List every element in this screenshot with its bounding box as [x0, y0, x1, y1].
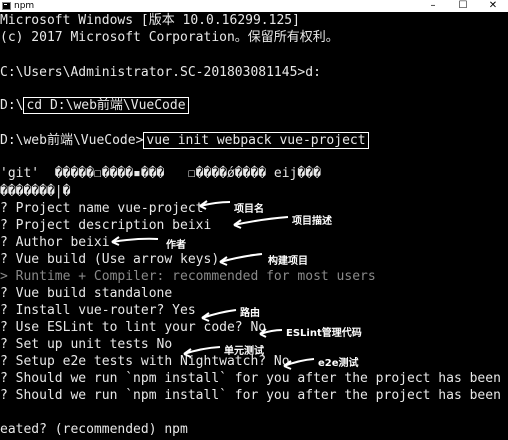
arrow-icon: [233, 216, 289, 229]
console-line: ? Vue build (Use arrow keys): [0, 252, 220, 267]
console-line: ? Install vue-router? Yes: [0, 303, 196, 318]
console-line: (c) 2017 Microsoft Corporation。保留所有权利。: [0, 30, 339, 45]
annotation-project-description: 项目描述: [292, 216, 332, 227]
minimize-button[interactable]: –: [418, 0, 448, 12]
console-line: ? Project description beixi: [0, 218, 212, 233]
window-title: npm: [14, 1, 35, 11]
prompt-text: D:\web前端\VueCode>: [0, 133, 144, 148]
title-bar: npm – ☐ ✕: [0, 0, 508, 12]
console-line: C:\Users\Administrator.SC-201803081145>d…: [0, 65, 321, 80]
console-line: > Runtime + Compiler: recommended for mo…: [0, 269, 376, 284]
arrow-icon: [201, 309, 237, 322]
console-line: ? Should we run `npm install` for you af…: [0, 371, 508, 386]
maximize-button[interactable]: ☐: [448, 0, 478, 12]
annotation-project-name: 项目名: [234, 204, 264, 215]
arrow-icon: [183, 346, 221, 358]
console-line: ? Author beixi: [0, 235, 110, 250]
close-button[interactable]: ✕: [478, 0, 508, 12]
console-line: D:\ cd D:\web前端\VueCode: [0, 97, 189, 114]
console-line: eated? (recommended) npm: [0, 422, 188, 437]
console-output[interactable]: Microsoft Windows [版本 10.0.16299.125] (c…: [0, 12, 508, 440]
annotation-author: 作者: [166, 240, 186, 251]
arrow-icon: [259, 328, 283, 338]
arrow-icon: [199, 200, 231, 210]
annotation-e2e: e2e测试: [318, 358, 359, 369]
annotation-vue-build: 构建项目: [268, 256, 308, 267]
console-line: ? Project name vue-project: [0, 201, 204, 216]
console-line: ? Should we run `npm install` for you af…: [0, 388, 508, 403]
console-line: ? Vue build standalone: [0, 286, 173, 301]
console-app-icon: [2, 2, 11, 10]
console-line: �������|�: [0, 184, 71, 199]
console-line: 'git' �����☐����▪��� ☐����ǿ���� eij���: [0, 166, 321, 181]
console-line: ? Set up unit tests No: [0, 337, 173, 352]
highlighted-command: cd D:\web前端\VueCode: [23, 97, 189, 114]
annotation-router: 路由: [240, 308, 260, 319]
annotation-unit-tests: 单元测试: [224, 346, 264, 357]
console-line: D:\web前端\VueCode> vue init webpack vue-pr…: [0, 132, 369, 149]
annotation-eslint: ESLint管理代码: [286, 328, 362, 339]
arrow-icon: [283, 358, 315, 370]
highlighted-command: vue init webpack vue-project: [143, 132, 369, 149]
console-line: Microsoft Windows [版本 10.0.16299.125]: [0, 13, 300, 28]
arrow-icon: [111, 236, 159, 246]
arrow-icon: [219, 253, 263, 266]
prompt-text: D:\: [0, 98, 24, 113]
